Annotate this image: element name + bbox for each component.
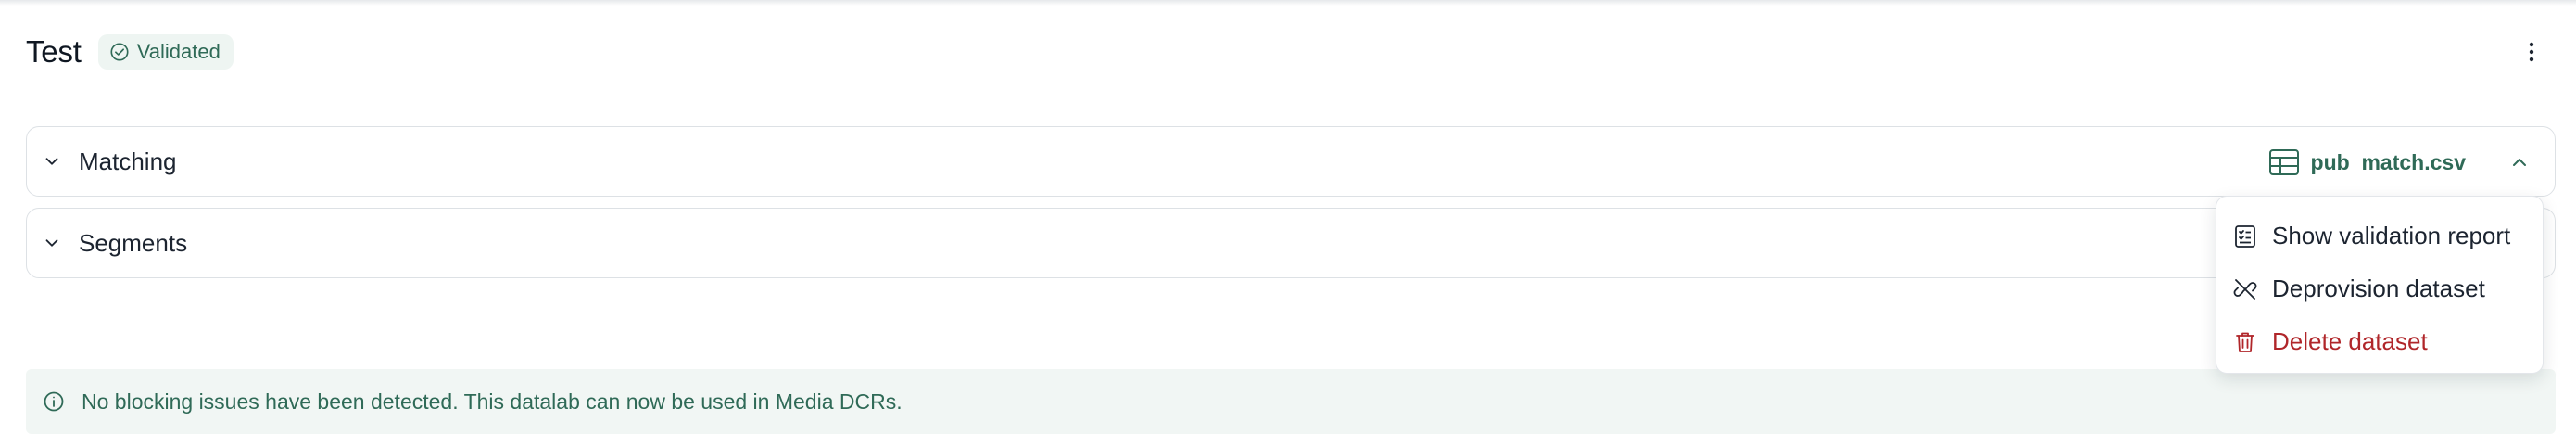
section-label: Matching [79,147,177,175]
check-circle-icon [110,43,129,61]
trash-icon [2236,332,2254,352]
unlink-icon [2233,278,2257,300]
top-shadow [0,0,2576,6]
info-icon [44,391,64,412]
section-matching[interactable]: Matching pub_match.csv [26,126,2556,197]
chevron-up-icon[interactable] [2508,151,2531,173]
chevron-down-icon[interactable] [42,151,62,172]
menu-item-label: Delete dataset [2272,327,2428,355]
menu-item-show-validation-report[interactable]: Show validation report [2216,210,2543,262]
file-name: pub_match.csv [2310,149,2466,174]
section-label: Segments [79,228,188,257]
menu-item-delete-dataset[interactable]: Delete dataset [2216,315,2543,368]
info-banner: No blocking issues have been detected. T… [26,369,2556,434]
menu-item-deprovision-dataset[interactable]: Deprovision dataset [2216,262,2543,315]
dataset-file-link[interactable]: pub_match.csv [2268,127,2466,198]
menu-item-label: Show validation report [2272,222,2511,249]
page-title: Test [26,34,82,69]
checklist-icon [2235,224,2255,248]
chevron-down-icon[interactable] [42,233,62,253]
menu-item-label: Deprovision dataset [2272,275,2485,302]
more-vertical-icon [2529,42,2534,62]
more-options-button[interactable] [2515,35,2548,69]
page-header: Test Validated [26,32,234,72]
dataset-actions-menu: Show validation report Deprovision datas… [2216,196,2544,374]
info-message: No blocking issues have been detected. T… [82,389,903,414]
table-icon [2268,149,2299,175]
status-badge: Validated [97,34,234,70]
section-segments[interactable]: Segments [26,208,2556,278]
status-badge-label: Validated [136,40,221,63]
